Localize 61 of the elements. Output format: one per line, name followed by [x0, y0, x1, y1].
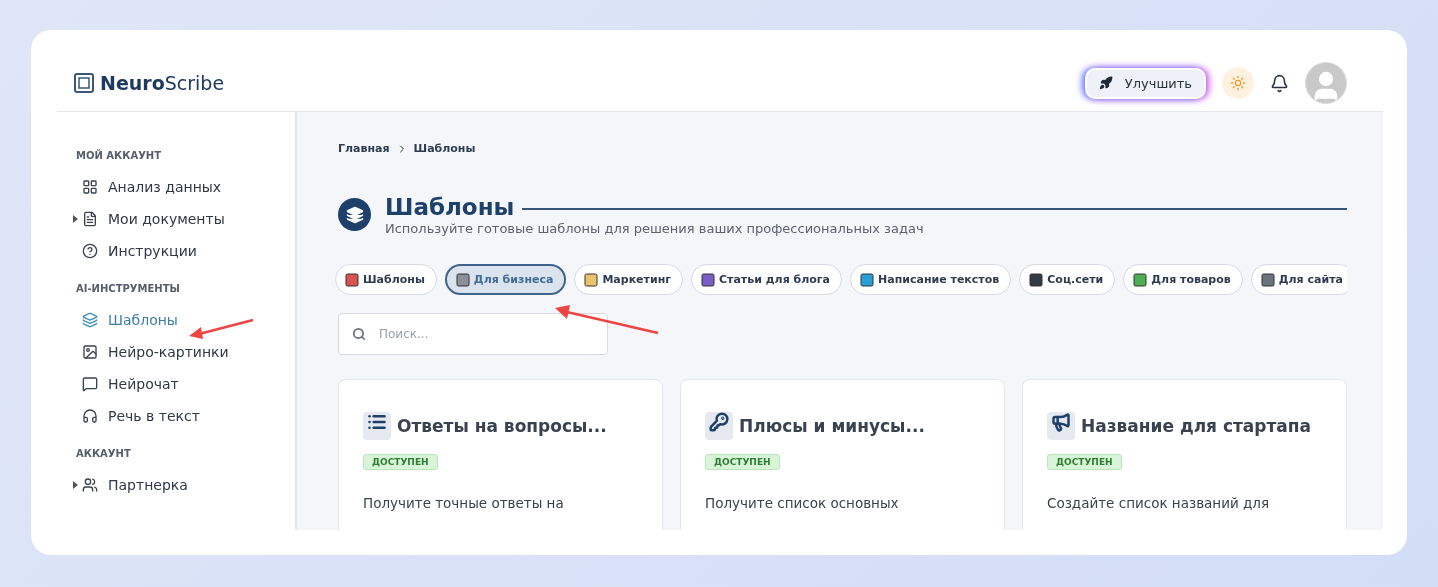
status-tag: ДОСТУПЕН — [1047, 454, 1122, 470]
grid-icon — [82, 179, 98, 195]
section-title: AI-ИНСТРУМЕНТЫ — [76, 283, 181, 294]
page-title: Шаблоны — [385, 193, 515, 221]
avatar[interactable] — [1305, 62, 1347, 104]
template-card[interactable]: Название для стартапа ДОСТУПЕН Создайте список названий для — [1022, 379, 1347, 530]
search-field[interactable]: Поиск... — [338, 313, 608, 355]
template-card[interactable]: Плюсы и минусы... ДОСТУПЕН Получите список основных — [680, 379, 1005, 530]
list-icon — [363, 412, 391, 440]
megaphone-icon — [1047, 412, 1075, 440]
category-chip[interactable]: Соц.сети — [1019, 264, 1116, 295]
layers-icon — [82, 312, 98, 328]
logo-text: NeuroScribe — [100, 72, 225, 94]
breadcrumb-link[interactable]: Главная — [338, 142, 390, 155]
document-icon — [82, 211, 98, 227]
headphones-icon — [82, 408, 98, 424]
users-icon — [82, 477, 98, 493]
category-chip[interactable]: Маркетинг — [574, 264, 683, 295]
theme-toggle-button[interactable] — [1222, 67, 1254, 99]
nav-item[interactable]: Партнерка — [82, 469, 295, 501]
template-card[interactable]: Ответы на вопросы... ДОСТУПЕН Получите точные ответы на — [338, 379, 663, 530]
card-description: Получите точные ответы на — [363, 495, 565, 511]
nav-item[interactable]: Нейро-картинки — [82, 336, 295, 368]
chat-icon — [82, 376, 98, 392]
bell-icon — [1270, 73, 1289, 93]
card-description: Создайте список названий для — [1047, 495, 1271, 511]
status-tag: ДОСТУПЕН — [363, 454, 438, 470]
layers-badge-icon — [338, 198, 371, 231]
nav-item[interactable]: Анализ данных — [82, 171, 295, 203]
category-chip[interactable]: Написание текстов — [850, 264, 1012, 295]
nav-item[interactable]: Инструкции — [82, 235, 295, 267]
card-description: Получите список основных — [705, 495, 900, 511]
nav-item[interactable]: Речь в текст — [82, 400, 295, 432]
breadcrumb-current: Шаблоны — [413, 142, 476, 155]
nav-item[interactable]: Шаблоны — [82, 304, 295, 336]
image-icon — [82, 344, 98, 360]
notifications-button[interactable] — [1270, 73, 1289, 93]
upgrade-button[interactable]: Улучшить — [1084, 67, 1206, 99]
logo[interactable]: NeuroScribe — [74, 72, 225, 94]
status-tag: ДОСТУПЕН — [705, 454, 780, 470]
category-chip[interactable]: Для товаров — [1123, 264, 1243, 295]
card-title: Название для стартапа — [1081, 416, 1312, 436]
card-title: Плюсы и минусы... — [739, 416, 925, 436]
sun-icon — [1230, 75, 1246, 91]
caret-icon — [73, 215, 78, 223]
nav-item[interactable]: Мои документы — [82, 203, 295, 235]
category-chip[interactable]: Для сайта — [1250, 264, 1347, 295]
rocket-icon — [1098, 76, 1113, 90]
caret-icon — [73, 481, 78, 489]
nav-item[interactable]: Нейрочат — [82, 368, 295, 400]
category-chip[interactable]: Шаблоны — [335, 264, 437, 295]
category-chip[interactable]: Статьи для блога — [691, 264, 843, 295]
category-chip[interactable]: Для бизнеса — [444, 264, 567, 295]
section-title: АККАУНТ — [76, 448, 132, 459]
page-subtitle: Используйте готовые шаблоны для решения ваших профессиональных задач — [385, 221, 925, 236]
key-icon — [705, 412, 733, 440]
card-title: Ответы на вопросы... — [397, 416, 607, 436]
logo-icon — [74, 73, 94, 93]
help-icon — [82, 243, 98, 259]
search-icon — [352, 327, 366, 341]
section-title: МОЙ АККАУНТ — [76, 150, 163, 161]
